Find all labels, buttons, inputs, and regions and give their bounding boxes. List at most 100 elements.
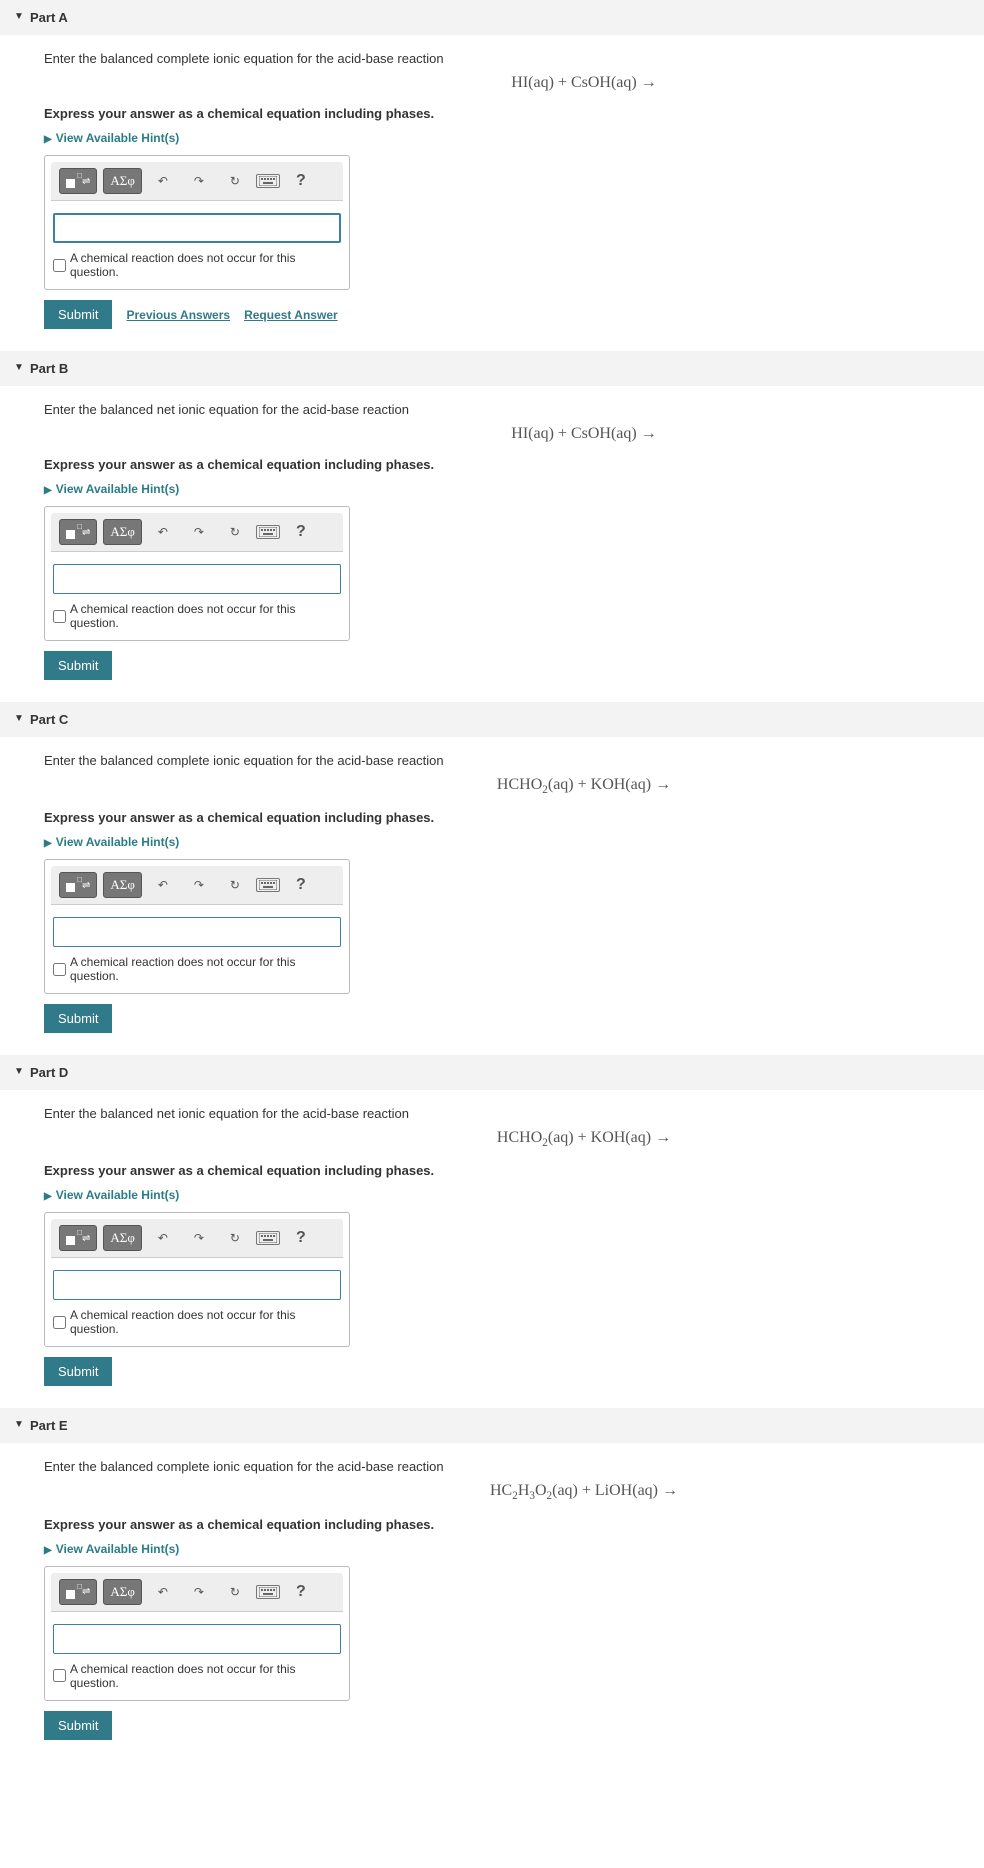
previous-answers-link[interactable]: Previous Answers: [126, 308, 230, 322]
template-button[interactable]: □ ⇌: [59, 168, 97, 194]
template-button[interactable]: □ ⇌: [59, 519, 97, 545]
reset-button[interactable]: ↻: [220, 519, 250, 545]
keyboard-button[interactable]: [256, 525, 280, 539]
reset-button[interactable]: ↻: [220, 1579, 250, 1605]
undo-button[interactable]: ↶: [148, 519, 178, 545]
answer-box: □ ⇌ ΑΣφ ↶ ↷ ↻ ? A chemical reaction does…: [44, 859, 350, 994]
no-reaction-row[interactable]: A chemical reaction does not occur for t…: [45, 1308, 349, 1346]
reaction-equation: HCHO2(aq) + KOH(aq) →: [44, 1129, 744, 1149]
greek-symbols-button[interactable]: ΑΣφ: [103, 168, 141, 194]
redo-button[interactable]: ↷: [184, 519, 214, 545]
expand-right-icon: ▶: [44, 838, 52, 849]
greek-symbols-button[interactable]: ΑΣφ: [103, 1225, 141, 1251]
undo-button[interactable]: ↶: [148, 1225, 178, 1251]
no-reaction-row[interactable]: A chemical reaction does not occur for t…: [45, 1662, 349, 1700]
no-reaction-row[interactable]: A chemical reaction does not occur for t…: [45, 251, 349, 289]
submit-button[interactable]: Submit: [44, 1357, 112, 1386]
part-title: Part E: [30, 1418, 68, 1433]
undo-button[interactable]: ↶: [148, 872, 178, 898]
part-header[interactable]: ▼ Part A: [0, 0, 984, 35]
template-button[interactable]: □ ⇌: [59, 872, 97, 898]
keyboard-icon: [259, 880, 277, 890]
actions-row: Submit: [44, 1004, 970, 1033]
redo-button[interactable]: ↷: [184, 1579, 214, 1605]
part-body: Enter the balanced complete ionic equati…: [0, 737, 984, 1055]
answer-input[interactable]: [53, 917, 341, 947]
request-answer-link[interactable]: Request Answer: [244, 308, 338, 322]
undo-button[interactable]: ↶: [148, 1579, 178, 1605]
template-button[interactable]: □ ⇌: [59, 1225, 97, 1251]
no-reaction-checkbox[interactable]: [53, 610, 66, 623]
answer-box: □ ⇌ ΑΣφ ↶ ↷ ↻ ? A chemical reaction does…: [44, 1212, 350, 1347]
collapse-caret-icon: ▼: [14, 362, 24, 373]
no-reaction-row[interactable]: A chemical reaction does not occur for t…: [45, 955, 349, 993]
no-reaction-row[interactable]: A chemical reaction does not occur for t…: [45, 602, 349, 640]
redo-button[interactable]: ↷: [184, 168, 214, 194]
no-reaction-label: A chemical reaction does not occur for t…: [70, 1662, 341, 1690]
answer-input[interactable]: [53, 564, 341, 594]
reaction-equation: HC2H3O2(aq) + LiOH(aq) →: [44, 1482, 744, 1502]
submit-button[interactable]: Submit: [44, 651, 112, 680]
part: ▼ Part B Enter the balanced net ionic equ…: [0, 351, 984, 702]
answer-instruction: Express your answer as a chemical equati…: [44, 457, 970, 472]
keyboard-button[interactable]: [256, 174, 280, 188]
template-button[interactable]: □ ⇌: [59, 1579, 97, 1605]
answer-input[interactable]: [53, 1270, 341, 1300]
hints-label: View Available Hint(s): [56, 1542, 180, 1556]
no-reaction-checkbox[interactable]: [53, 259, 66, 272]
answer-box: □ ⇌ ΑΣφ ↶ ↷ ↻ ? A chemical reaction does…: [44, 506, 350, 641]
part-body: Enter the balanced complete ionic equati…: [0, 35, 984, 351]
part-header[interactable]: ▼ Part E: [0, 1408, 984, 1443]
greek-symbols-button[interactable]: ΑΣφ: [103, 872, 141, 898]
keyboard-button[interactable]: [256, 878, 280, 892]
part-header[interactable]: ▼ Part C: [0, 702, 984, 737]
keyboard-button[interactable]: [256, 1231, 280, 1245]
part-header[interactable]: ▼ Part B: [0, 351, 984, 386]
collapse-caret-icon: ▼: [14, 1066, 24, 1077]
part: ▼ Part EEnter the balanced complete ioni…: [0, 1408, 984, 1761]
answer-input[interactable]: [53, 213, 341, 243]
no-reaction-checkbox[interactable]: [53, 1669, 66, 1682]
prompt-text: Enter the balanced net ionic equation fo…: [44, 402, 970, 417]
collapse-caret-icon: ▼: [14, 11, 24, 22]
greek-symbols-button[interactable]: ΑΣφ: [103, 519, 141, 545]
reset-button[interactable]: ↻: [220, 872, 250, 898]
equation-toolbar: □ ⇌ ΑΣφ ↶ ↷ ↻ ?: [51, 162, 343, 201]
actions-row: Submit: [44, 1711, 970, 1740]
view-hints-link[interactable]: ▶ View Available Hint(s): [44, 835, 970, 849]
submit-button[interactable]: Submit: [44, 1711, 112, 1740]
view-hints-link[interactable]: ▶View Available Hint(s): [44, 1188, 970, 1202]
answer-input[interactable]: [53, 1624, 341, 1654]
expand-right-icon: ▶: [44, 134, 52, 145]
redo-button[interactable]: ↷: [184, 1225, 214, 1251]
collapse-caret-icon: ▼: [14, 713, 24, 724]
equation-toolbar: □ ⇌ ΑΣφ ↶ ↷ ↻ ?: [51, 1573, 343, 1612]
part: ▼ Part AEnter the balanced complete ioni…: [0, 0, 984, 351]
help-button[interactable]: ?: [286, 168, 316, 194]
help-button[interactable]: ?: [286, 1579, 316, 1605]
keyboard-button[interactable]: [256, 1585, 280, 1599]
reset-button[interactable]: ↻: [220, 168, 250, 194]
keyboard-icon: [259, 1587, 277, 1597]
view-hints-link[interactable]: ▶View Available Hint(s): [44, 131, 970, 145]
submit-button[interactable]: Submit: [44, 300, 112, 329]
expand-right-icon: ▶: [44, 485, 52, 496]
submit-button[interactable]: Submit: [44, 1004, 112, 1033]
view-hints-link[interactable]: ▶View Available Hint(s): [44, 482, 970, 496]
actions-row: Submit: [44, 651, 970, 680]
no-reaction-label: A chemical reaction does not occur for t…: [70, 251, 341, 279]
reaction-equation: HCHO2(aq) + KOH(aq) →: [44, 776, 744, 796]
reset-button[interactable]: ↻: [220, 1225, 250, 1251]
no-reaction-checkbox[interactable]: [53, 1316, 66, 1329]
view-hints-link[interactable]: ▶View Available Hint(s): [44, 1542, 970, 1556]
help-button[interactable]: ?: [286, 872, 316, 898]
greek-symbols-button[interactable]: ΑΣφ: [103, 1579, 141, 1605]
help-button[interactable]: ?: [286, 519, 316, 545]
help-button[interactable]: ?: [286, 1225, 316, 1251]
hints-label: View Available Hint(s): [56, 835, 180, 849]
redo-button[interactable]: ↷: [184, 872, 214, 898]
equation-toolbar: □ ⇌ ΑΣφ ↶ ↷ ↻ ?: [51, 513, 343, 552]
undo-button[interactable]: ↶: [148, 168, 178, 194]
no-reaction-checkbox[interactable]: [53, 963, 66, 976]
part-header[interactable]: ▼ Part D: [0, 1055, 984, 1090]
